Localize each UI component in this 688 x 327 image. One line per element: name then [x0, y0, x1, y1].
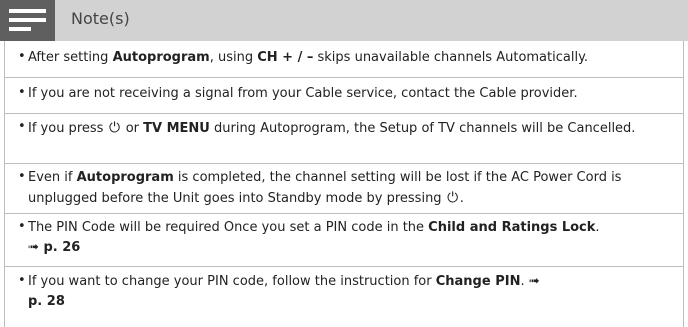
- divider: [5, 163, 683, 164]
- note-segment: Even if: [28, 170, 77, 185]
- note-item: • The PIN Code will be required Once you…: [5, 217, 683, 261]
- notes-body: • After setting Autoprogram, using CH + …: [4, 41, 684, 327]
- note-segment: , using: [209, 50, 258, 65]
- note-item: • If you are not receiving a signal from…: [5, 83, 683, 113]
- note-segment: If you are not receiving a signal from y…: [28, 86, 578, 101]
- notes-menu-icon: [0, 0, 55, 41]
- divider: [5, 77, 683, 78]
- note-segment: or: [121, 121, 144, 136]
- note-text: If you want to change your PIN code, fol…: [28, 272, 676, 312]
- bullet: •: [18, 119, 26, 134]
- note-item: • Even if Autoprogram is completed, the …: [5, 167, 683, 211]
- keyword: CH + / –: [257, 50, 314, 65]
- power-icon: ⏻: [447, 190, 459, 206]
- bullet: •: [18, 85, 26, 100]
- note-segment: If you press: [28, 121, 108, 136]
- bullet: •: [18, 49, 26, 64]
- keyword: Autoprogram: [76, 170, 174, 185]
- bullet: •: [18, 219, 26, 234]
- notes-title: Note(s): [71, 9, 130, 28]
- bullet: •: [18, 273, 26, 288]
- note-segment: .: [520, 274, 529, 289]
- divider: [5, 266, 683, 267]
- note-segment: After setting: [28, 50, 113, 65]
- page-reference-label: p. 26: [43, 240, 81, 255]
- note-segment: during Autoprogram, the Setup of TV chan…: [209, 121, 636, 136]
- note-segment: If you want to change your PIN code, fol…: [28, 274, 436, 289]
- note-text: After setting Autoprogram, using CH + / …: [28, 48, 676, 68]
- power-icon: ⏻: [109, 120, 121, 136]
- notes-panel: Note(s) • After setting Autoprogram, usi…: [0, 0, 688, 327]
- arrow-right-icon: ➟: [528, 274, 540, 289]
- keyword: TV MENU: [143, 121, 210, 136]
- arrow-right-icon: ➟: [28, 240, 39, 255]
- note-text: If you press ⏻ or TV MENU during Autopro…: [28, 118, 676, 139]
- bullet: •: [18, 169, 26, 184]
- note-segment: .: [459, 191, 464, 206]
- note-text: Even if Autoprogram is completed, the ch…: [28, 168, 676, 209]
- note-segment: skips unavailable channels Automatically…: [313, 50, 589, 65]
- note-item: • If you want to change your PIN code, f…: [5, 271, 683, 315]
- note-item: • If you press ⏻ or TV MENU during Autop…: [5, 117, 683, 161]
- keyword: Change PIN: [435, 274, 521, 289]
- notes-header: Note(s): [0, 0, 688, 41]
- note-segment: .: [595, 220, 600, 235]
- page-reference-label: p. 28: [28, 294, 65, 309]
- note-text: If you are not receiving a signal from y…: [28, 84, 676, 104]
- note-text: The PIN Code will be required Once you s…: [28, 218, 676, 258]
- keyword: Child and Ratings Lock: [428, 220, 596, 235]
- note-item: • After setting Autoprogram, using CH + …: [5, 47, 683, 77]
- divider: [5, 213, 683, 214]
- divider: [5, 113, 683, 114]
- keyword: Autoprogram: [112, 50, 210, 65]
- note-segment: The PIN Code will be required Once you s…: [28, 220, 429, 235]
- page-reference[interactable]: ➟ p. 26: [28, 240, 80, 255]
